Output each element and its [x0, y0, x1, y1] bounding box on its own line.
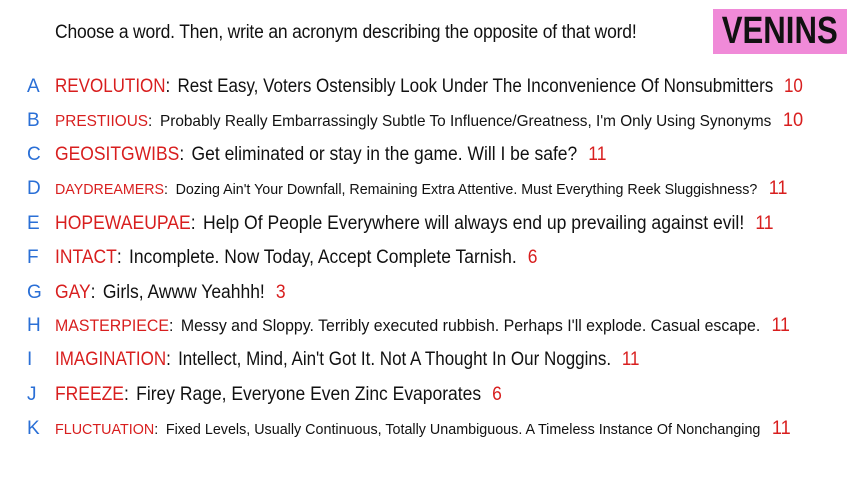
row-letter: F [27, 247, 39, 268]
row-letter: A [27, 76, 40, 97]
row-letter: E [27, 213, 40, 234]
row-letter: D [27, 178, 41, 199]
row-letter: I [27, 349, 33, 370]
row-letter: B [27, 110, 40, 131]
row-definition: Incomplete. Now Today, Accept Complete T… [129, 247, 517, 268]
row-score: 11 [771, 315, 790, 336]
row-definition: Firey Rage, Everyone Even Zinc Evaporate… [136, 384, 482, 405]
row-letter: G [27, 282, 42, 303]
row-word: FREEZE [55, 384, 124, 405]
row-definition: Fixed Levels, Usually Continuous, Totall… [165, 421, 761, 438]
row-definition: Get eliminated or stay in the game. Will… [191, 144, 578, 165]
row-score: 11 [588, 144, 607, 165]
row-letter: K [27, 418, 40, 439]
row-definition: Girls, Awww Yeahhh! [102, 282, 265, 303]
row-word: DAYDREAMERS [55, 181, 165, 198]
row-letter: J [27, 384, 37, 405]
row-score: 11 [771, 418, 791, 439]
row-word: HOPEWAEUPAE [55, 213, 191, 234]
row-definition: Help Of People Everywhere will always en… [203, 213, 745, 234]
player-name-badge: VENINS [713, 9, 847, 54]
row-word: FLUCTUATION [55, 421, 155, 438]
row-score: 6 [527, 247, 538, 268]
row-score: 3 [275, 282, 286, 303]
row-definition: Dozing Ain't Your Downfall, Remaining Ex… [175, 181, 758, 198]
row-word: INTACT [55, 247, 117, 268]
row-letter: C [27, 144, 41, 165]
badge-label: VENINS [721, 10, 839, 52]
row-definition: Probably Really Embarrassingly Subtle To… [159, 113, 772, 130]
row-score: 10 [782, 110, 804, 131]
row-word: PRESTIIOUS [55, 113, 149, 130]
row-word: GEOSITGWIBS [55, 144, 180, 165]
row-score: 11 [755, 213, 774, 234]
row-word: MASTERPIECE [55, 316, 169, 335]
row-word: IMAGINATION [55, 349, 167, 370]
row-definition: Rest Easy, Voters Ostensibly Look Under … [177, 76, 774, 97]
row-word: GAY [55, 282, 91, 303]
row-score: 11 [621, 349, 640, 370]
row-score: 11 [768, 178, 788, 199]
row-score: 6 [492, 384, 502, 405]
prompt-text: Choose a word. Then, write an acronym de… [55, 22, 637, 43]
row-score: 10 [783, 76, 803, 97]
row-word: REVOLUTION [55, 76, 166, 97]
row-letter: H [27, 315, 41, 336]
row-definition: Messy and Sloppy. Terribly executed rubb… [180, 316, 761, 335]
row-definition: Intellect, Mind, Ain't Got It. Not A Tho… [178, 349, 612, 370]
